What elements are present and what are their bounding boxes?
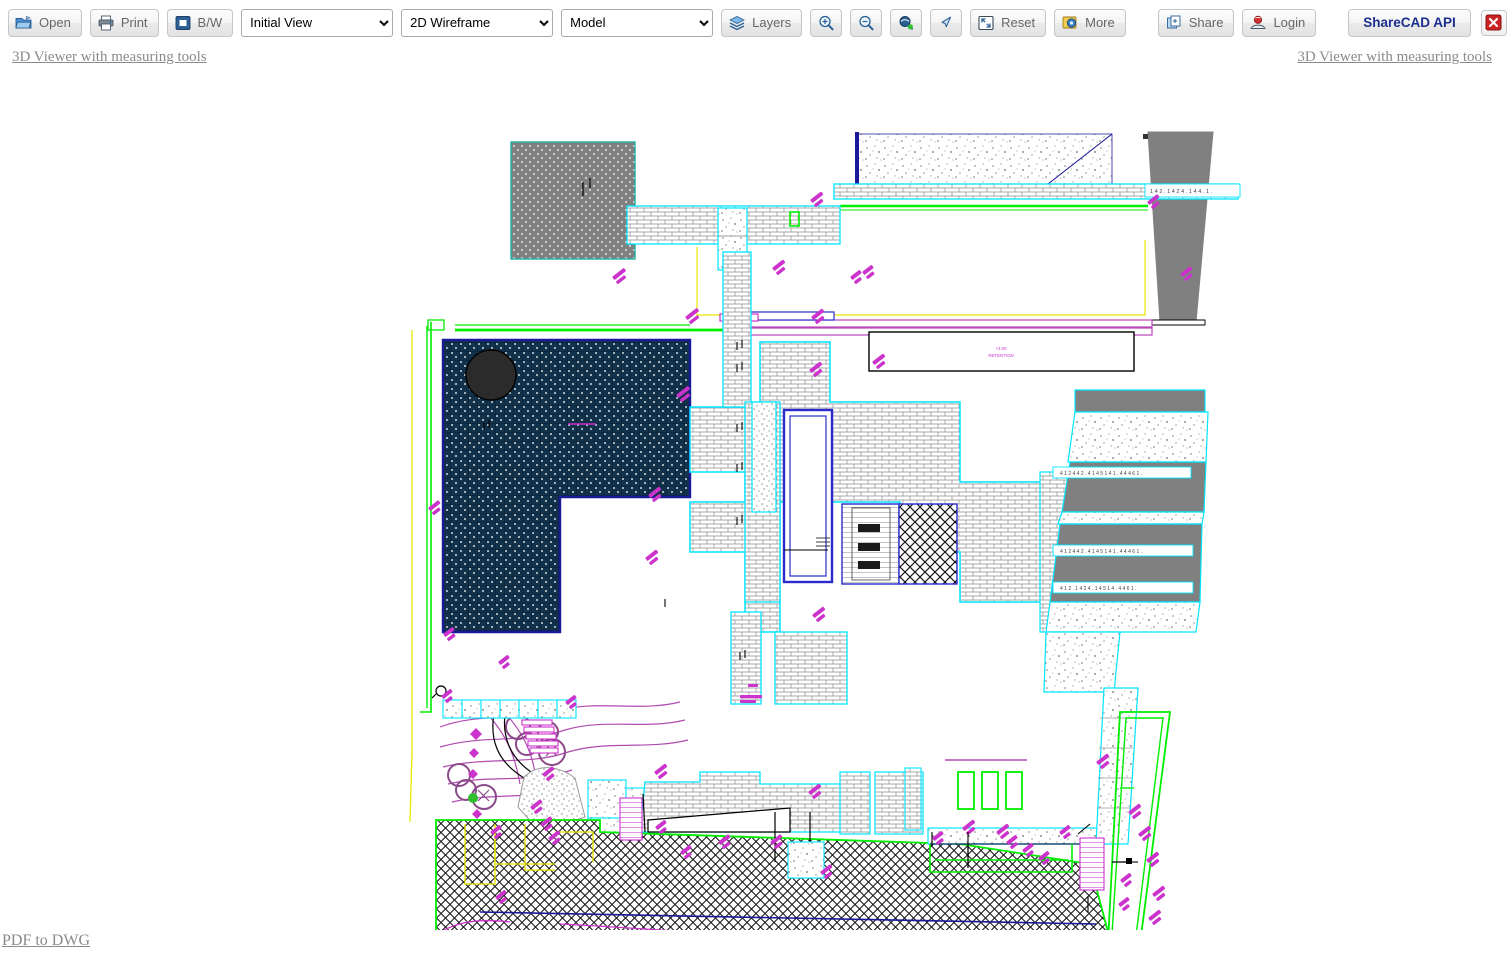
open-button-label: Open <box>39 15 71 30</box>
reset-fullscreen-icon <box>977 14 995 32</box>
zoom-out-icon <box>857 14 875 32</box>
zoom-out-button[interactable] <box>850 8 883 37</box>
layers-stack-icon <box>728 14 746 32</box>
share-button-label: Share <box>1188 15 1224 30</box>
printer-icon <box>97 14 115 32</box>
share-copy-icon <box>1165 14 1183 32</box>
main-toolbar: Open Print B/W Initial ViewTopBottomLeft… <box>0 0 1508 45</box>
cad-geometry: +3.00 RETENTION 4 1 2 4 4 2 . 4 1 4 5 1 … <box>409 131 1241 930</box>
annotation-text-2: RETENTION <box>988 353 1013 358</box>
reset-view-button[interactable]: Reset <box>970 8 1047 37</box>
bw-button-label: B/W <box>197 15 223 30</box>
svg-text:4 1 2 4 4 2 . 4 1 4 5 1 4 1 .: 4 1 2 4 4 2 . 4 1 4 5 1 4 1 . 4 4 4 6 1 … <box>1060 471 1142 477</box>
svg-text:1 4 2 . 1 4 2 4 . 1 4 4 . 1 .: 1 4 2 . 1 4 2 4 . 1 4 4 . 1 . <box>1150 189 1213 195</box>
link-pdf-to-dwg[interactable]: PDF to DWG <box>2 932 90 950</box>
print-button-label: Print <box>120 15 148 30</box>
share-button[interactable]: Share <box>1157 8 1235 37</box>
print-button[interactable]: Print <box>89 8 159 37</box>
more-options-icon <box>1061 14 1079 32</box>
login-button-label: Login <box>1273 15 1306 30</box>
zoom-in-button[interactable] <box>810 8 843 37</box>
cad-drawing-canvas[interactable]: +3.00 RETENTION 4 1 2 4 4 2 . 4 1 4 5 1 … <box>0 72 1508 930</box>
bw-toggle-button[interactable]: B/W <box>166 8 234 37</box>
view-select[interactable]: Initial ViewTopBottomLeftRightFrontBackS… <box>241 8 394 37</box>
link-row: 3D Viewer with measuring tools 3D Viewer… <box>0 47 1508 71</box>
reset-button-label: Reset <box>1001 15 1036 30</box>
link-3d-viewer-right[interactable]: 3D Viewer with measuring tools <box>1297 49 1492 66</box>
zoom-extents-icon <box>897 14 915 32</box>
open-folder-icon <box>15 14 33 32</box>
close-red-x-icon <box>1485 14 1503 31</box>
select-arrow-icon <box>937 14 955 32</box>
sharecad-api-button[interactable]: ShareCAD API <box>1348 8 1471 37</box>
black-white-icon <box>174 14 192 32</box>
zoom-extents-button[interactable] <box>890 8 923 37</box>
render-mode-select[interactable]: 2D Wireframe3D WireframeHidden LineFlat … <box>401 8 554 37</box>
more-options-button[interactable]: More <box>1054 8 1126 37</box>
login-button[interactable]: Login <box>1242 8 1317 37</box>
annotation-text-1: +3.00 <box>995 346 1007 351</box>
more-button-label: More <box>1085 15 1115 30</box>
close-button[interactable] <box>1480 9 1507 36</box>
cad-drawing-svg: +3.00 RETENTION 4 1 2 4 4 2 . 4 1 4 5 1 … <box>409 131 1241 930</box>
zoom-in-icon <box>817 14 835 32</box>
open-button[interactable]: Open <box>8 8 82 37</box>
svg-text:4 1 2 4 4 2 . 4 1 4 5 1 4 1 .: 4 1 2 4 4 2 . 4 1 4 5 1 4 1 . 4 4 4 6 1 … <box>1060 549 1142 555</box>
layers-button[interactable]: Layers <box>721 8 803 37</box>
model-space-select[interactable]: ModelLayout1Layout2 <box>561 8 714 37</box>
title-box-right <box>868 331 1135 372</box>
login-user-icon <box>1249 14 1267 32</box>
sharecad-api-label: ShareCAD API <box>1363 15 1456 30</box>
link-3d-viewer-left[interactable]: 3D Viewer with measuring tools <box>12 49 207 66</box>
svg-text:4 1 2 . 1 4 2 4 . 1 4 5 1 4 .: 4 1 2 . 1 4 2 4 . 1 4 5 1 4 . 4 4 6 1 . <box>1060 586 1136 592</box>
layers-button-label: Layers <box>752 15 792 30</box>
select-tool-button[interactable] <box>930 8 963 37</box>
